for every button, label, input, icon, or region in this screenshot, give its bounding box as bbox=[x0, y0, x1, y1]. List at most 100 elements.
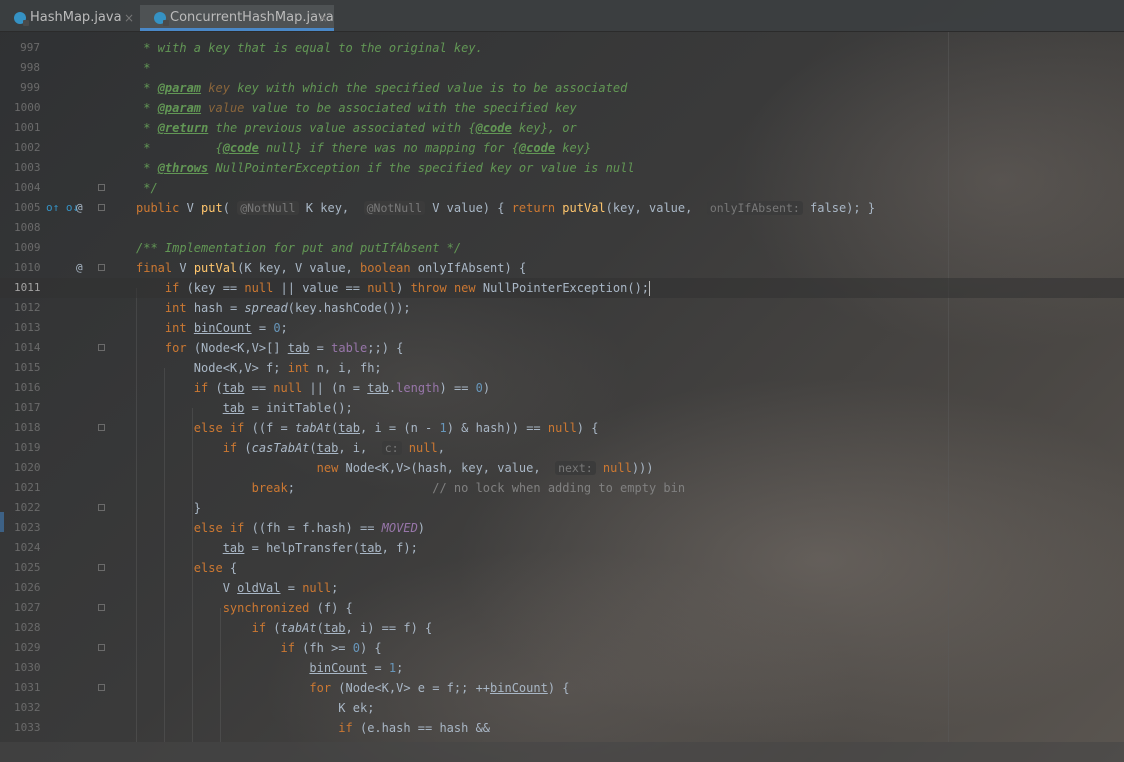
code-line[interactable]: 1025 else { bbox=[0, 558, 1124, 578]
code-line[interactable]: 1028 if (tabAt(tab, i) == f) { bbox=[0, 618, 1124, 638]
code-line[interactable]: 1001 * @return the previous value associ… bbox=[0, 118, 1124, 138]
line-number: 1012 bbox=[14, 301, 41, 314]
status-strip bbox=[0, 742, 1124, 762]
code-text: break; // no lock when adding to empty b… bbox=[251, 481, 686, 495]
tab-concurrenthashmap-java[interactable]: ConcurrentHashMap.java × bbox=[140, 5, 334, 31]
line-number: 1015 bbox=[14, 361, 41, 374]
line-number: 998 bbox=[20, 61, 40, 74]
code-line[interactable]: 1004 */ bbox=[0, 178, 1124, 198]
code-line[interactable]: 997 * with a key that is equal to the or… bbox=[0, 38, 1124, 58]
code-line[interactable]: 1019 if (casTabAt(tab, i, c: null, bbox=[0, 438, 1124, 458]
tab-hashmap-java[interactable]: HashMap.java × bbox=[0, 5, 140, 31]
fold-toggle-icon[interactable] bbox=[98, 264, 105, 271]
line-number: 999 bbox=[20, 81, 40, 94]
line-number: 1001 bbox=[14, 121, 41, 134]
fold-toggle-icon[interactable] bbox=[98, 644, 105, 651]
code-line[interactable]: 1030 binCount = 1; bbox=[0, 658, 1124, 678]
override-marker-icon[interactable]: o↑ o↓ bbox=[46, 198, 79, 218]
line-number: 1009 bbox=[14, 241, 41, 254]
code-line[interactable]: 1026 V oldVal = null; bbox=[0, 578, 1124, 598]
close-tab-icon[interactable]: × bbox=[318, 5, 328, 31]
code-text: synchronized (f) { bbox=[222, 601, 353, 615]
code-text: V oldVal = null; bbox=[136, 581, 339, 595]
fold-toggle-icon[interactable] bbox=[98, 424, 105, 431]
code-text: * {@code null} if there was no mapping f… bbox=[136, 141, 592, 155]
code-line[interactable]: 1002 * {@code null} if there was no mapp… bbox=[0, 138, 1124, 158]
code-line[interactable]: 1021 break; // no lock when adding to em… bbox=[0, 478, 1124, 498]
fold-toggle-icon[interactable] bbox=[98, 564, 105, 571]
line-number: 1030 bbox=[14, 661, 41, 674]
code-text: for (Node<K,V>[] tab = table;;) { bbox=[164, 341, 404, 355]
code-editor[interactable]: 997 * with a key that is equal to the or… bbox=[0, 32, 1124, 742]
code-line[interactable]: 1018 else if ((f = tabAt(tab, i = (n - 1… bbox=[0, 418, 1124, 438]
code-text: Node<K,V> f; int n, i, fh; bbox=[136, 361, 382, 375]
java-class-icon bbox=[154, 12, 169, 26]
code-line[interactable]: 1017 tab = initTable(); bbox=[0, 398, 1124, 418]
line-number: 1003 bbox=[14, 161, 41, 174]
java-class-icon bbox=[14, 12, 29, 26]
annotation-gutter-icon[interactable]: @ bbox=[76, 198, 83, 218]
tab-label: ConcurrentHashMap.java bbox=[170, 10, 334, 25]
fold-toggle-icon[interactable] bbox=[98, 184, 105, 191]
code-text: * with a key that is equal to the origin… bbox=[136, 41, 483, 55]
code-line[interactable]: 1032 K ek; bbox=[0, 698, 1124, 718]
line-number: 1005 bbox=[14, 201, 41, 214]
code-line[interactable]: 1022 } bbox=[0, 498, 1124, 518]
code-line[interactable]: 1031 for (Node<K,V> e = f;; ++binCount) … bbox=[0, 678, 1124, 698]
line-number: 997 bbox=[20, 41, 40, 54]
code-line[interactable]: 1015 Node<K,V> f; int n, i, fh; bbox=[0, 358, 1124, 378]
code-line[interactable]: 1020 new Node<K,V>(hash, key, value, nex… bbox=[0, 458, 1124, 478]
fold-toggle-icon[interactable] bbox=[98, 504, 105, 511]
line-number: 1014 bbox=[14, 341, 41, 354]
code-text: /** Implementation for put and putIfAbse… bbox=[136, 241, 462, 255]
annotation-gutter-icon[interactable]: @ bbox=[76, 258, 83, 278]
code-line[interactable]: 1029 if (fh >= 0) { bbox=[0, 638, 1124, 658]
code-line[interactable]: 1024 tab = helpTransfer(tab, f); bbox=[0, 538, 1124, 558]
line-number: 1013 bbox=[14, 321, 41, 334]
code-text: } bbox=[136, 501, 202, 515]
line-number: 1031 bbox=[14, 681, 41, 694]
code-line[interactable]: 1012 int hash = spread(key.hashCode()); bbox=[0, 298, 1124, 318]
line-number: 1026 bbox=[14, 581, 41, 594]
code-line[interactable]: 1033 if (e.hash == hash && bbox=[0, 718, 1124, 738]
code-text: public V put( @NotNull K key, @NotNull V… bbox=[136, 201, 876, 215]
line-number: 1008 bbox=[14, 221, 41, 234]
code-line[interactable]: 1027 synchronized (f) { bbox=[0, 598, 1124, 618]
code-text: binCount = 1; bbox=[309, 661, 404, 675]
code-line[interactable]: 1008 bbox=[0, 218, 1124, 238]
fold-toggle-icon[interactable] bbox=[98, 604, 105, 611]
code-line[interactable]: 1023 else if ((fh = f.hash) == MOVED) bbox=[0, 518, 1124, 538]
line-number: 1023 bbox=[14, 521, 41, 534]
code-text: if (key == null || value == null) throw … bbox=[164, 281, 651, 296]
code-text: tab = initTable(); bbox=[222, 401, 353, 415]
line-number: 1021 bbox=[14, 481, 41, 494]
editor-tab-bar: HashMap.java × ConcurrentHashMap.java × bbox=[0, 0, 1124, 32]
code-line[interactable]: 1013 int binCount = 0; bbox=[0, 318, 1124, 338]
fold-toggle-icon[interactable] bbox=[98, 204, 105, 211]
code-text: if (casTabAt(tab, i, c: null, bbox=[222, 441, 445, 455]
code-line[interactable]: 1005 o↑ o↓ @ public V put( @NotNull K key, … bbox=[0, 198, 1124, 218]
tab-label: HashMap.java bbox=[30, 10, 122, 25]
line-number: 1002 bbox=[14, 141, 41, 154]
line-number: 1027 bbox=[14, 601, 41, 614]
code-line[interactable]: 1000 * @param value value to be associat… bbox=[0, 98, 1124, 118]
code-line[interactable]: 1003 * @throws NullPointerException if t… bbox=[0, 158, 1124, 178]
line-number: 1017 bbox=[14, 401, 41, 414]
code-line[interactable]: 1010 @ final V putVal(K key, V value, bool… bbox=[0, 258, 1124, 278]
code-text: for (Node<K,V> e = f;; ++binCount) { bbox=[309, 681, 570, 695]
fold-toggle-icon[interactable] bbox=[98, 344, 105, 351]
fold-toggle-icon[interactable] bbox=[98, 684, 105, 691]
code-line[interactable]: 998 * bbox=[0, 58, 1124, 78]
close-tab-icon[interactable]: × bbox=[124, 5, 134, 31]
code-text: int binCount = 0; bbox=[164, 321, 288, 335]
line-number: 1010 bbox=[14, 261, 41, 274]
code-text: if (tab == null || (n = tab.length) == 0… bbox=[193, 381, 491, 395]
line-number: 1004 bbox=[14, 181, 41, 194]
code-line[interactable]: 1009 /** Implementation for put and putIf… bbox=[0, 238, 1124, 258]
code-line[interactable]: 1011 if (key == null || value == null) t… bbox=[0, 278, 1124, 298]
code-line[interactable]: 1016 if (tab == null || (n = tab.length)… bbox=[0, 378, 1124, 398]
code-text: new Node<K,V>(hash, key, value, next: nu… bbox=[316, 461, 654, 475]
code-text: * @param key key with which the specifie… bbox=[136, 81, 628, 95]
code-line[interactable]: 1014 for (Node<K,V>[] tab = table;;) { bbox=[0, 338, 1124, 358]
code-line[interactable]: 999 * @param key key with which the spec… bbox=[0, 78, 1124, 98]
